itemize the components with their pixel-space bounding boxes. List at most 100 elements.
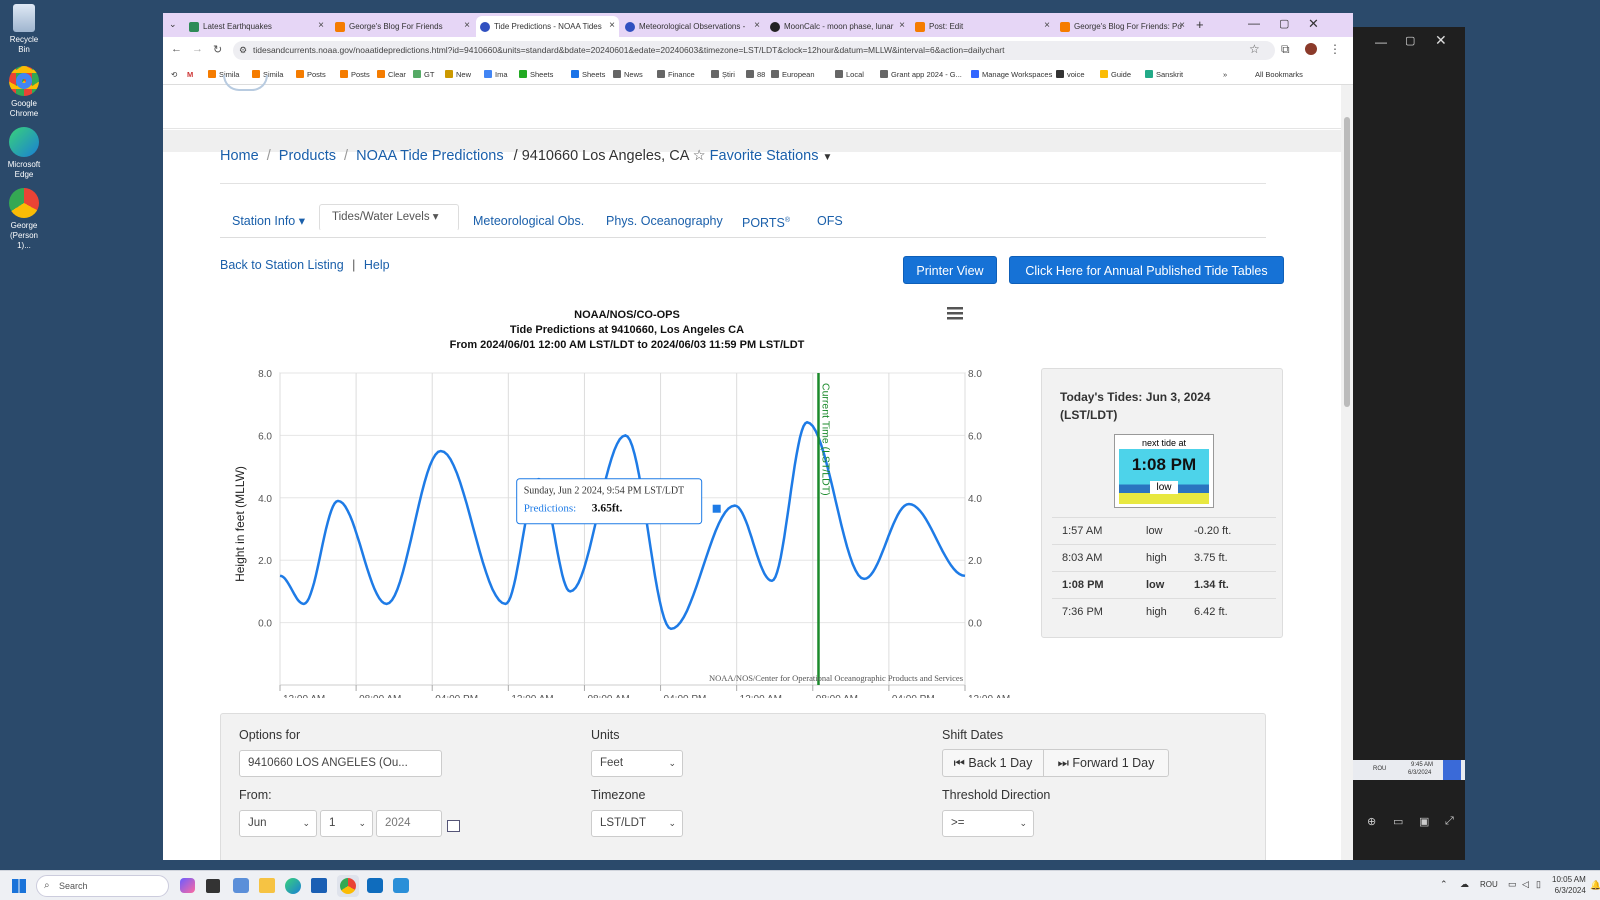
- bookmark-item[interactable]: Clear: [377, 70, 406, 79]
- view-icon[interactable]: ▭: [1393, 815, 1403, 828]
- volume-icon[interactable]: ◁: [1522, 879, 1529, 890]
- tab-blog[interactable]: George's Blog For Friends ×: [331, 16, 474, 37]
- battery-icon[interactable]: ▯: [1536, 879, 1541, 890]
- timezone-select[interactable]: LST/LDT ⌄: [591, 810, 683, 837]
- expand-icon[interactable]: ⤢: [1445, 815, 1454, 828]
- page-scrollbar[interactable]: [1341, 85, 1353, 860]
- tab-station-info[interactable]: Station Info ▾: [232, 204, 305, 238]
- language-indicator[interactable]: ROU: [1480, 880, 1498, 889]
- gmail-icon[interactable]: M: [187, 70, 193, 79]
- bookmarks-overflow-icon[interactable]: »: [1223, 70, 1227, 79]
- back-to-station-listing-link[interactable]: Back to Station Listing: [220, 258, 344, 272]
- minimize-icon[interactable]: —: [1248, 16, 1260, 30]
- tab-tides-water-levels[interactable]: Tides/Water Levels ▾: [319, 204, 459, 231]
- store-icon[interactable]: [311, 878, 327, 893]
- bookmark-item[interactable]: European: [771, 70, 815, 79]
- bookmark-item[interactable]: Sheets: [519, 70, 553, 79]
- tab-tide-predictions[interactable]: Tide Predictions - NOAA Tides ×: [476, 16, 619, 37]
- desktop-icon-edge[interactable]: Microsoft Edge: [4, 127, 44, 180]
- close-tab-icon[interactable]: ×: [899, 20, 905, 31]
- close-window-icon[interactable]: ✕: [1308, 16, 1319, 32]
- notifications-icon[interactable]: 🔔: [1590, 880, 1600, 891]
- bookmark-item[interactable]: Ima: [484, 70, 508, 79]
- tab-ports[interactable]: PORTS®: [742, 204, 790, 238]
- copilot-icon[interactable]: [180, 878, 195, 893]
- tab-met-obs[interactable]: Meteorological Observations - ×: [621, 16, 764, 37]
- close-icon[interactable]: ✕: [1435, 32, 1447, 49]
- bookmark-item[interactable]: Sanskrit: [1145, 70, 1183, 79]
- forward-1-day-button[interactable]: ⏭ Forward 1 Day: [1044, 750, 1168, 776]
- chart-menu-icon[interactable]: [947, 312, 963, 315]
- from-month-select[interactable]: Jun ⌄: [239, 810, 317, 837]
- tab-search-icon[interactable]: ⌄: [169, 19, 177, 30]
- bookmark-star-icon[interactable]: ☆: [1249, 42, 1260, 56]
- reload-icon[interactable]: ↻: [213, 43, 222, 56]
- all-bookmarks-folder[interactable]: All Bookmarks: [1255, 70, 1303, 79]
- chrome-taskbar-button[interactable]: [337, 875, 359, 897]
- bookmark-item[interactable]: Manage Workspaces: [971, 70, 1052, 79]
- file-explorer-icon[interactable]: [259, 878, 275, 893]
- desktop-icon-george-chrome[interactable]: George (Person 1)...: [4, 188, 44, 251]
- clock[interactable]: 10:05 AM 6/3/2024: [1552, 874, 1586, 896]
- tab-ofs[interactable]: OFS: [817, 204, 843, 238]
- breadcrumb-home[interactable]: Home: [220, 148, 259, 164]
- maximize-icon[interactable]: ▢: [1279, 17, 1289, 30]
- bookmark-item[interactable]: Local: [835, 70, 864, 79]
- zoom-icon[interactable]: ⊕: [1367, 815, 1376, 828]
- history-icon[interactable]: ⟲: [171, 70, 177, 79]
- units-select[interactable]: Feet ⌄: [591, 750, 683, 777]
- tab-earthquakes[interactable]: Latest Earthquakes ×: [185, 16, 328, 37]
- onedrive-icon[interactable]: ☁: [1460, 879, 1469, 890]
- tab-blog-post[interactable]: George's Blog For Friends: Po ×: [1056, 16, 1189, 37]
- back-1-day-button[interactable]: ⏮ Back 1 Day: [943, 750, 1044, 776]
- printer-view-button[interactable]: Printer View: [903, 256, 997, 284]
- close-tab-icon[interactable]: ×: [1179, 20, 1185, 31]
- back-icon[interactable]: ←: [171, 43, 182, 55]
- desktop-icon-recycle-bin[interactable]: Recycle Bin: [4, 4, 44, 55]
- from-day-select[interactable]: 1 ⌄: [320, 810, 373, 837]
- gallery-icon[interactable]: ▣: [1419, 815, 1429, 828]
- star-icon[interactable]: ☆: [693, 148, 706, 164]
- help-link[interactable]: Help: [364, 258, 390, 272]
- scrollbar-thumb[interactable]: [1344, 117, 1350, 407]
- extensions-icon[interactable]: ⧉: [1281, 42, 1290, 57]
- close-tab-icon[interactable]: ×: [318, 20, 324, 31]
- site-info-icon[interactable]: ⚙: [239, 41, 247, 60]
- task-view-icon[interactable]: [206, 879, 220, 893]
- bookmark-item[interactable]: 88: [746, 70, 765, 79]
- maximize-icon[interactable]: ▢: [1405, 34, 1415, 47]
- url-input[interactable]: ⚙ tidesandcurrents.noaa.gov/noaatidepredi…: [233, 41, 1275, 60]
- threshold-direction-select[interactable]: >= ⌄: [942, 810, 1034, 837]
- windows-start-icon[interactable]: [12, 879, 26, 893]
- from-year-input[interactable]: 2024: [376, 810, 442, 837]
- close-tab-icon[interactable]: ×: [1044, 20, 1050, 31]
- desktop-icon-chrome[interactable]: Google Chrome: [4, 66, 44, 119]
- breadcrumb-products[interactable]: Products: [279, 148, 336, 164]
- network-icon[interactable]: ▭: [1508, 879, 1517, 890]
- close-tab-icon[interactable]: ×: [754, 20, 760, 31]
- mail-icon[interactable]: [233, 878, 249, 893]
- bookmark-item[interactable]: Grant app 2024 - G...: [880, 70, 962, 79]
- chart-menu-icon[interactable]: [947, 317, 963, 320]
- calendar-icon[interactable]: [447, 820, 460, 832]
- outlook-icon[interactable]: [367, 878, 383, 893]
- annual-tide-tables-button[interactable]: Click Here for Annual Published Tide Tab…: [1009, 256, 1284, 284]
- app-icon[interactable]: [393, 878, 409, 893]
- breadcrumb-tide-predictions[interactable]: NOAA Tide Predictions: [356, 148, 504, 164]
- profile-avatar[interactable]: [1305, 43, 1317, 55]
- tab-meteorological-obs[interactable]: Meteorological Obs.: [473, 204, 584, 238]
- bookmark-item[interactable]: voice: [1056, 70, 1085, 79]
- chart-menu-icon[interactable]: [947, 307, 963, 310]
- bookmark-item[interactable]: Posts: [296, 70, 326, 79]
- bookmark-item[interactable]: GT: [413, 70, 434, 79]
- bookmark-item[interactable]: Guide: [1100, 70, 1131, 79]
- new-tab-icon[interactable]: +: [1196, 17, 1204, 32]
- mini-notification[interactable]: [1443, 760, 1461, 780]
- tab-phys-oceanography[interactable]: Phys. Oceanography: [606, 204, 723, 238]
- tray-chevron-icon[interactable]: ⌃: [1440, 879, 1448, 890]
- edge-taskbar-icon[interactable]: [285, 878, 301, 894]
- bookmark-item[interactable]: Știri: [711, 70, 735, 79]
- forward-icon[interactable]: →: [192, 43, 203, 55]
- bookmark-item[interactable]: New: [445, 70, 471, 79]
- favorite-stations-dropdown[interactable]: Favorite Stations: [710, 148, 819, 164]
